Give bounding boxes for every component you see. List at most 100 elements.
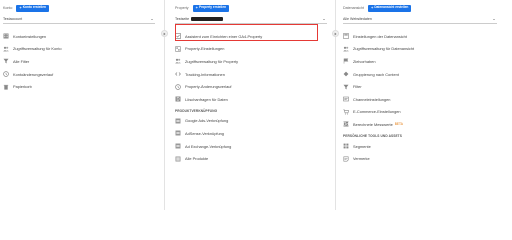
cart-icon [343,109,349,115]
all-filters-item[interactable]: Alle Filter [0,55,158,68]
view-settings-label: Einstellungen der Datenansicht [353,33,407,39]
adexchange-linking-item[interactable]: Ad Exchange-Verknüpfung [172,140,330,153]
account-header: Konto + Konto erstellen [0,2,158,14]
property-header: Property + Property erstellen [172,2,330,14]
create-view-button[interactable]: + Datenansicht erstellen [367,4,412,12]
account-access-label: Zugriffsverwaltung für Konto [13,46,62,52]
svg-text:Dd: Dd [343,122,349,127]
chevron-down-icon [493,18,495,20]
channel-settings-item[interactable]: Channeleinstellungen [340,93,500,106]
google-ads-linking-item[interactable]: Google Ads-Verknüpfung [172,115,330,128]
view-filter-item[interactable]: Filter [340,80,500,93]
adsense-linking-item[interactable]: AdSense-Verknüpfung [172,127,330,140]
create-account-button[interactable]: + Konto erstellen [16,4,49,12]
content-grouping-label: Gruppierung nach Content [353,71,399,77]
calculated-metrics-label: Berechnete Messwerte [353,121,393,127]
view-column: Datenansicht + Datenansicht erstellen All… [340,0,500,210]
chevron-down-icon [151,18,153,20]
adsense-linking-label: AdSense-Verknüpfung [185,130,224,136]
redacted-text [191,17,224,21]
history-icon [3,71,9,77]
property-selector-value: Testseite [175,17,224,21]
adexchange-linking-label: Ad Exchange-Verknüpfung [185,143,232,149]
channel-settings-label: Channeleinstellungen [353,96,391,102]
users-icon [3,46,9,52]
property-history-item[interactable]: Property-Änderungsverlauf [172,80,330,93]
all-products-icon [175,156,181,162]
trash-icon [3,84,9,90]
account-access-item[interactable]: Zugriffsverwaltung für Konto [0,43,158,56]
account-column: Konto + Konto erstellen Testaccount Konto… [0,0,158,210]
account-history-item[interactable]: Kontoänderungsverlauf [0,68,158,81]
annotations-item[interactable]: Vermerke [340,152,500,165]
tracking-info-item[interactable]: Tracking-Informationen [172,68,330,81]
chevron-down-icon [323,18,325,20]
notes-icon [343,156,349,162]
plus-icon: + [195,5,198,10]
view-selector[interactable]: Alle Websitedaten [343,15,497,24]
plus-icon: + [370,5,374,10]
channel-icon [343,96,349,102]
trash-item[interactable]: Papierkorb [0,80,158,93]
ecommerce-settings-item[interactable]: E-Commerce-Einstellungen [340,106,500,119]
flag-icon [343,58,349,65]
users-icon [343,46,349,52]
create-property-label: Property erstellen [198,5,227,10]
filter-icon [3,58,9,64]
view-settings-icon [343,33,349,40]
segments-label: Segmente [353,143,371,149]
svg-text:D: D [176,97,179,102]
calc-icon: Dd [343,121,349,127]
account-history-label: Kontoänderungsverlauf [13,71,54,77]
all-products-item[interactable]: Alle Produkte [172,152,330,165]
chevron-right-icon [161,30,168,37]
goals-item[interactable]: Zielvorhaben [340,55,500,68]
view-settings-item[interactable]: Einstellungen der Datenansicht [340,30,500,43]
segments-icon [343,143,349,149]
content-grouping-item[interactable]: Gruppierung nach Content [340,68,500,81]
all-filters-label: Alle Filter [13,58,30,64]
history-icon [175,83,181,90]
create-property-button[interactable]: + Property erstellen [192,4,230,12]
view-access-item[interactable]: Zugriffsverwaltung für Datenansicht [340,43,500,56]
adsense-icon [175,130,181,136]
property-access-label: Zugriffsverwaltung für Property [185,58,239,64]
account-settings-label: Kontoeinstellungen [13,33,47,39]
building-icon [3,33,9,39]
view-header: Datenansicht + Datenansicht erstellen [340,2,500,14]
all-products-label: Alle Produkte [185,156,209,162]
code-icon [175,71,181,77]
data-deletion-label: Löschanfragen für Daten [185,96,228,102]
account-settings-item[interactable]: Kontoeinstellungen [0,30,158,43]
create-account-label: Konto erstellen [22,5,46,10]
view-filter-label: Filter [353,84,362,90]
content-group-icon [343,71,349,77]
account-title: Konto [3,6,13,10]
property-history-label: Property-Änderungsverlauf [185,84,232,90]
view-title: Datenansicht [343,6,364,10]
ga4-setup-highlight [175,24,318,41]
personal-tools-section-label: PERSÖNLICHE TOOLS UND ASSETS [343,134,402,139]
annotations-label: Vermerke [353,156,370,162]
view-selector-value: Alle Websitedaten [343,17,372,21]
delete-request-icon: D [175,96,181,102]
property-title: Property [175,6,189,10]
property-access-item[interactable]: Zugriffsverwaltung für Property [172,55,330,68]
product-linking-section-label: PRODUKTVERKNÜPFUNG [175,109,218,114]
trash-label: Papierkorb [13,84,32,90]
data-deletion-item[interactable]: D Löschanfragen für Daten [172,93,330,106]
account-selector[interactable]: Testaccount [3,15,155,24]
ecommerce-settings-label: E-Commerce-Einstellungen [353,109,401,115]
property-selector[interactable]: Testseite [175,15,327,24]
beta-badge: BETA [394,122,403,127]
users-icon [175,58,181,64]
goals-label: Zielvorhaben [353,58,376,64]
segments-item[interactable]: Segmente [340,140,500,153]
plus-icon: + [19,5,22,10]
property-settings-item[interactable]: Property-Einstellungen [172,43,330,56]
calculated-metrics-item[interactable]: Dd Berechnete Messwerte BETA [340,118,500,131]
property-icon [175,46,181,52]
google-ads-linking-label: Google Ads-Verknüpfung [185,118,229,124]
google-ads-icon [175,118,181,124]
create-view-label: Datenansicht erstellen [374,5,409,10]
